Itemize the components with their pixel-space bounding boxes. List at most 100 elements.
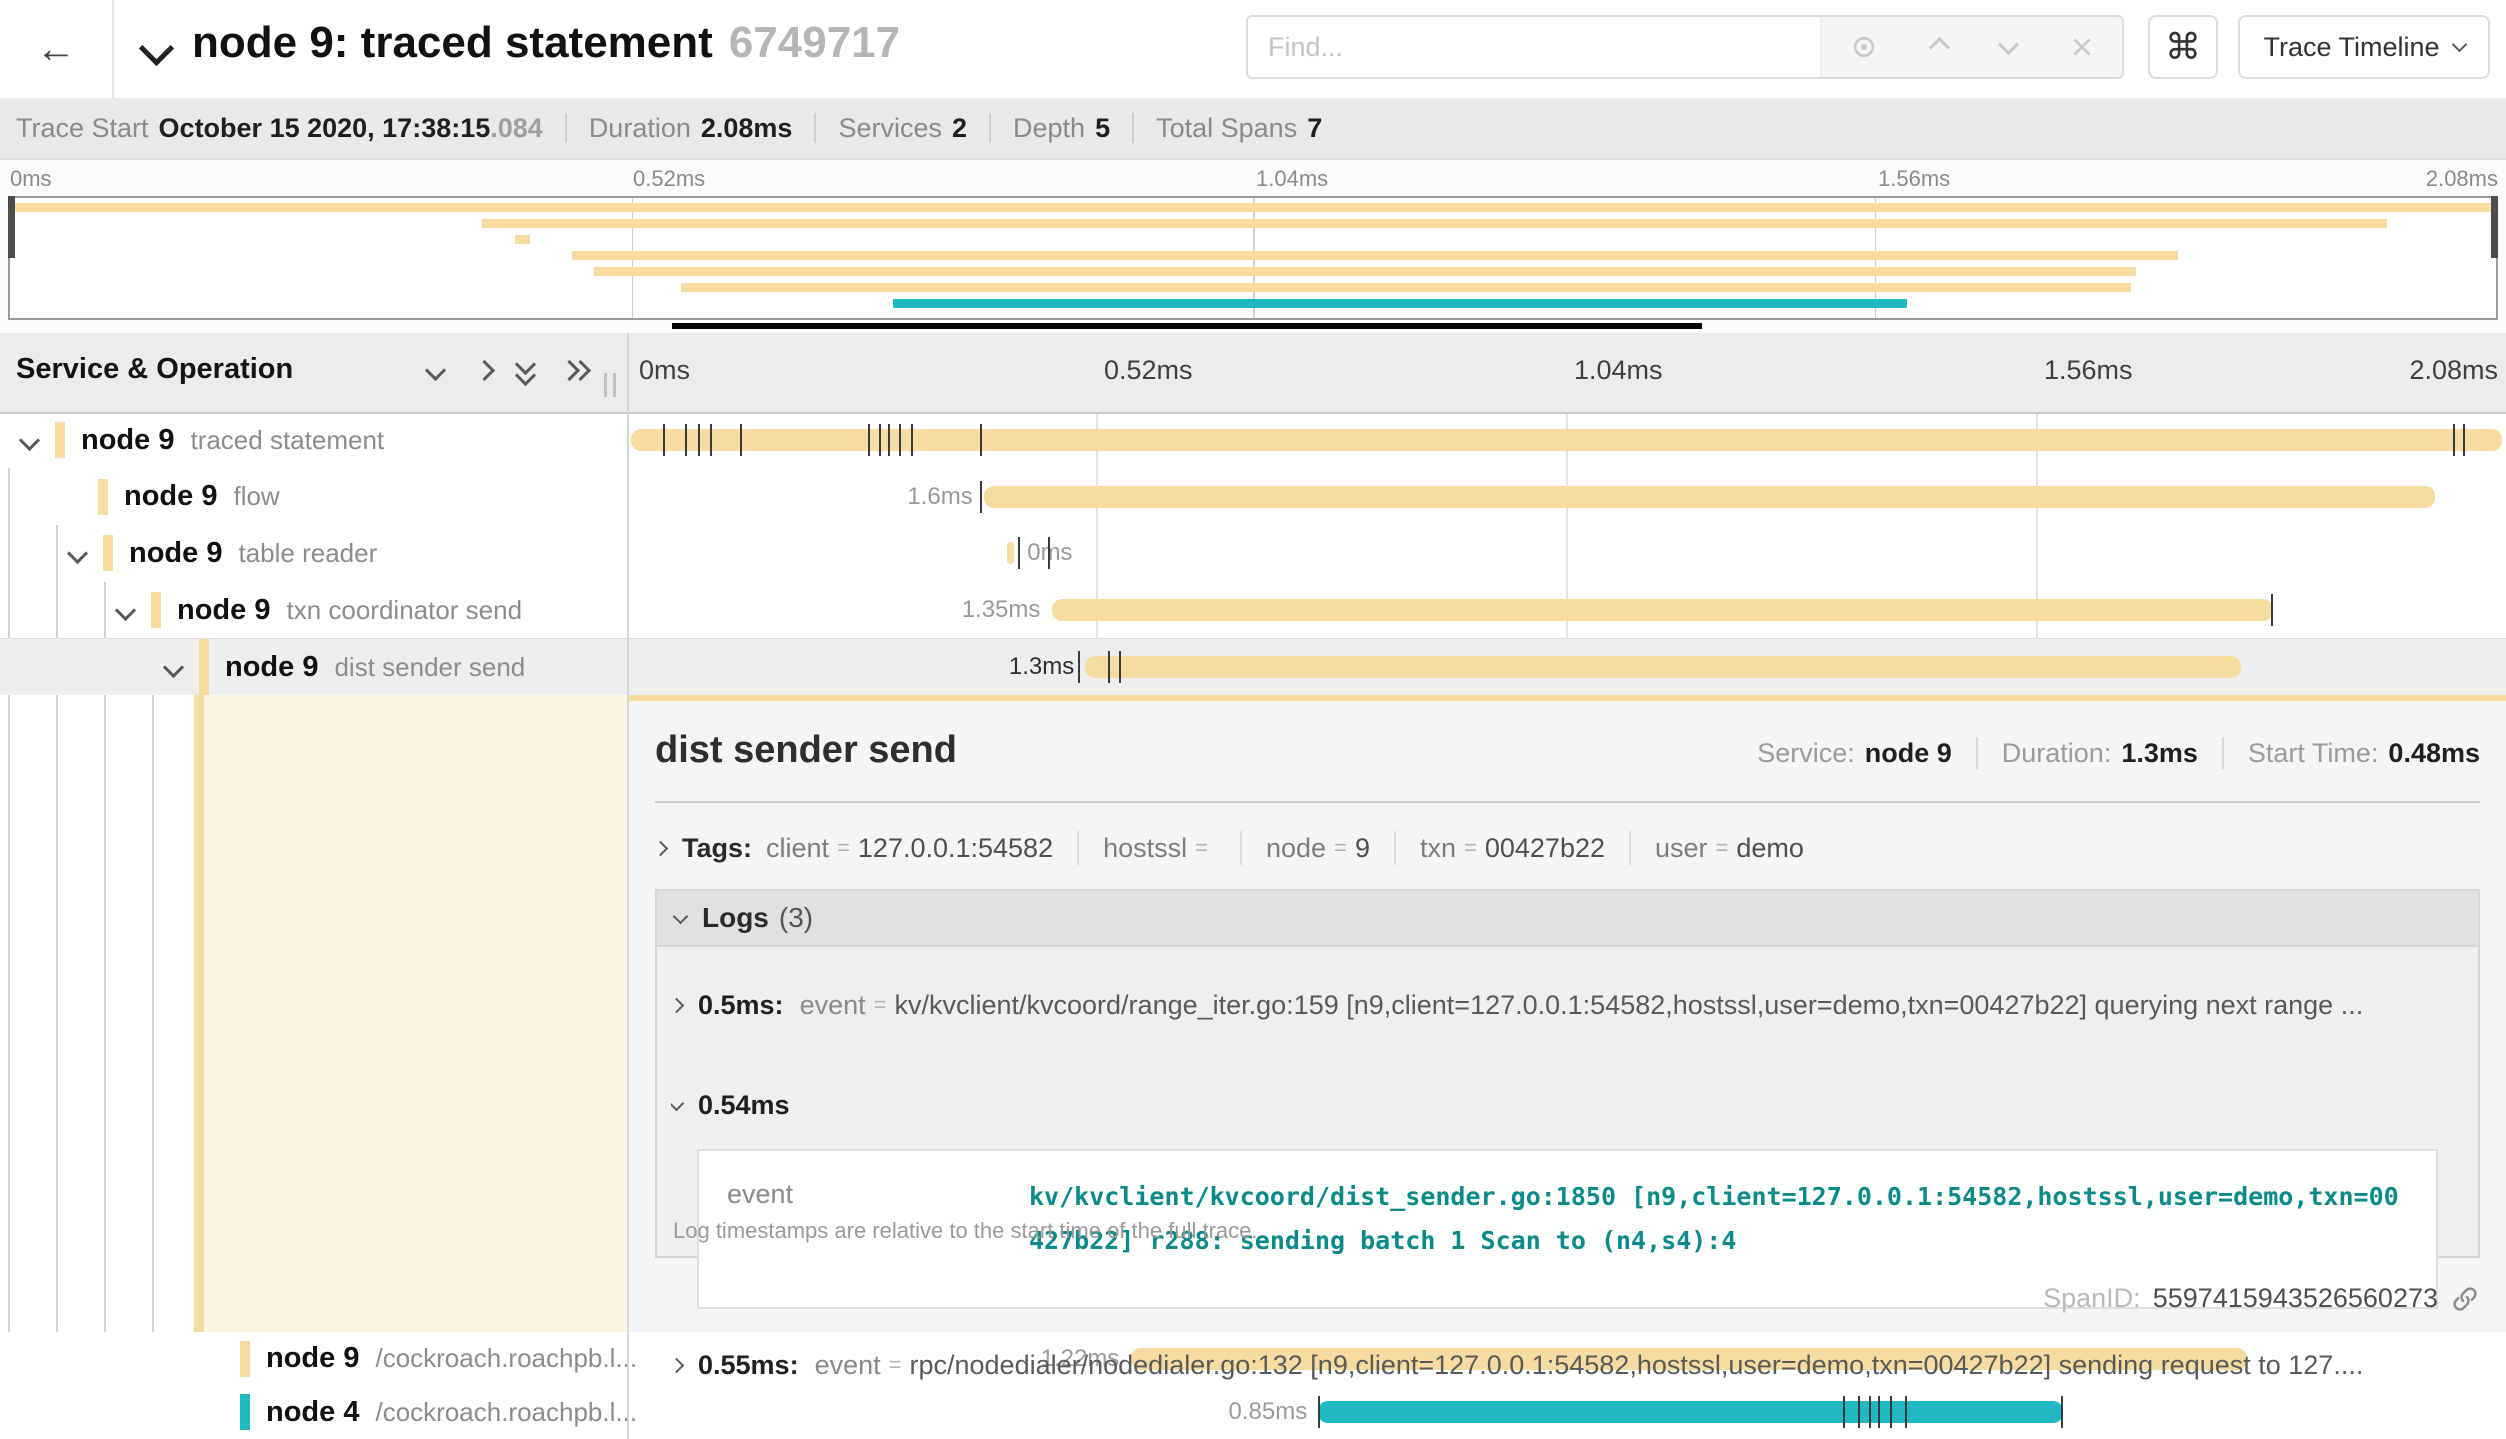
find-control [1246,15,2124,79]
divider [814,113,816,143]
span-bar-cell[interactable]: 1.3ms [627,639,2506,695]
span-bar-cell[interactable]: 1.6ms [627,469,2506,526]
span-service: node 9 [81,424,174,457]
column-resize-grip[interactable] [604,373,616,397]
total-spans-value: 7 [1307,113,1322,144]
log-marker-tick [911,424,913,456]
chevron-down-icon[interactable] [67,543,88,564]
find-next-icon[interactable] [1998,33,2019,54]
chevron-down-icon[interactable] [115,599,136,620]
log-marker-tick [868,424,870,456]
span-color-chip [240,1341,250,1377]
span-service: node 9 [129,537,222,570]
divider [1394,831,1396,865]
minimap-tick: 0ms [10,166,52,192]
collapse-one-icon[interactable] [425,360,446,381]
chevron-down-icon[interactable] [163,657,184,678]
log-key: event [815,1350,881,1381]
logs-header[interactable]: Logs (3) [657,891,2478,947]
minimap-left-drag-handle[interactable] [8,196,15,258]
start-time-value: 0.48ms [2388,738,2480,769]
span-id-value: 5597415943526560273 [2153,1283,2438,1314]
span-bar[interactable] [1007,542,1015,564]
tag-user: user=demo [1655,833,1804,864]
divider [1240,831,1242,865]
name-timeline-divider[interactable] [627,333,629,1439]
link-icon[interactable] [2450,1284,2480,1314]
log-marker-tick [2463,424,2465,456]
span-bar[interactable] [1052,599,2273,621]
span-row-node4-roachpb[interactable]: node 4 /cockroach.roachpb.l... 0.85ms [0,1386,2506,1439]
minimap-canvas[interactable] [8,196,2498,320]
back-button[interactable]: ← [0,0,114,98]
span-color-chip [98,479,108,515]
locate-icon[interactable] [1849,32,1879,62]
span-row-dist-sender-send-selected[interactable]: node 9 dist sender send 1.3ms [0,638,2506,695]
log-marker-tick [2453,424,2455,456]
trace-view-page: ← node 9: traced statement6749717 [0,0,2506,1439]
trace-start-value: October 15 2020, 17:38:15.084 [159,113,543,144]
minimap-tick: 1.04ms [1256,166,1328,192]
span-row-flow[interactable]: node 9 flow 1.6ms [0,469,2506,526]
view-button-label: Trace Timeline [2263,32,2439,63]
minimap-right-drag-handle[interactable] [2491,196,2498,258]
minimap-scroll-indicator[interactable] [672,323,1702,329]
tags-row[interactable]: Tags: client=127.0.0.1:54582 hostssl= no… [655,819,2480,877]
span-row-txn-coordinator-send[interactable]: node 9 txn coordinator send 1.35ms [0,582,2506,639]
span-bar[interactable] [1085,656,2241,678]
span-color-chip [103,535,113,571]
divider [1132,113,1134,143]
minimap-span-bar [594,267,2135,276]
log-time: 0.5ms: [698,990,784,1021]
trace-start-label: Trace Start [16,113,149,144]
log-marker-tick [2271,594,2273,626]
span-bar[interactable] [984,486,2435,508]
span-duration-label: 1.6ms [907,483,972,511]
log-entry-3[interactable]: 0.55ms: event = rpc/nodedialer/nodediale… [671,1343,2464,1387]
chevron-down-icon[interactable] [19,430,40,451]
ruler-tick: 1.56ms [2044,355,2133,386]
log-marker-tick [888,424,890,456]
minimap-span-bar [893,299,1907,308]
trace-summary-bar: Trace Start October 15 2020, 17:38:15.08… [0,98,2506,160]
service-operation-header: Service & Operation 0ms 0.52ms 1.04ms 1.… [0,333,2506,414]
span-duration-label: 0ms [1027,539,1072,567]
keyboard-shortcuts-button[interactable]: ⌘ [2148,15,2218,79]
trace-collapse-toggle[interactable] [138,30,178,70]
span-bar-cell[interactable]: 0ms [627,525,2506,582]
expand-all-icon[interactable] [562,363,588,378]
chevron-down-icon [139,31,174,66]
span-bar-cell[interactable] [627,412,2506,469]
divider [989,113,991,143]
span-color-chip [55,422,65,458]
log-entry-1[interactable]: 0.5ms: event = kv/kvclient/kvcoord/range… [671,983,2464,1027]
find-input[interactable] [1248,17,1820,77]
tag-client: client=127.0.0.1:54582 [766,833,1053,864]
trace-start-ms: .084 [490,113,543,143]
span-bar[interactable] [1318,1401,2062,1423]
service-operation-title: Service & Operation [16,353,293,386]
page-title: node 9: traced statement6749717 [192,18,900,68]
ruler-tick: 2.08ms [2409,355,2498,386]
log-time: 0.54ms [698,1090,790,1121]
log-entry-2-header[interactable]: 0.54ms [671,1083,2464,1127]
span-bar-cell[interactable]: 0.85ms [627,1386,2506,1439]
span-bar-cell[interactable]: 1.35ms [627,582,2506,639]
service-value: node 9 [1865,738,1952,769]
duration-label: Duration: [2002,738,2112,769]
find-prev-icon[interactable] [1929,36,1950,57]
collapse-all-icon[interactable] [518,357,533,383]
trace-timeline-view-button[interactable]: Trace Timeline [2238,15,2490,79]
expand-one-icon[interactable] [474,360,495,381]
minimap-span-bar [482,219,2386,228]
total-spans-label: Total Spans [1156,113,1297,144]
minimap-span-bar [572,251,2178,260]
log-marker-tick [663,424,665,456]
span-row-traced-statement[interactable]: node 9 traced statement [0,412,2506,469]
clear-search-icon[interactable] [2069,34,2095,60]
span-row-table-reader[interactable]: node 9 table reader 0ms [0,525,2506,582]
trace-name: node 9: traced statement [192,18,713,67]
log-marker-tick [685,424,687,456]
ruler-tick: 0.52ms [1104,355,1193,386]
divider [565,113,567,143]
